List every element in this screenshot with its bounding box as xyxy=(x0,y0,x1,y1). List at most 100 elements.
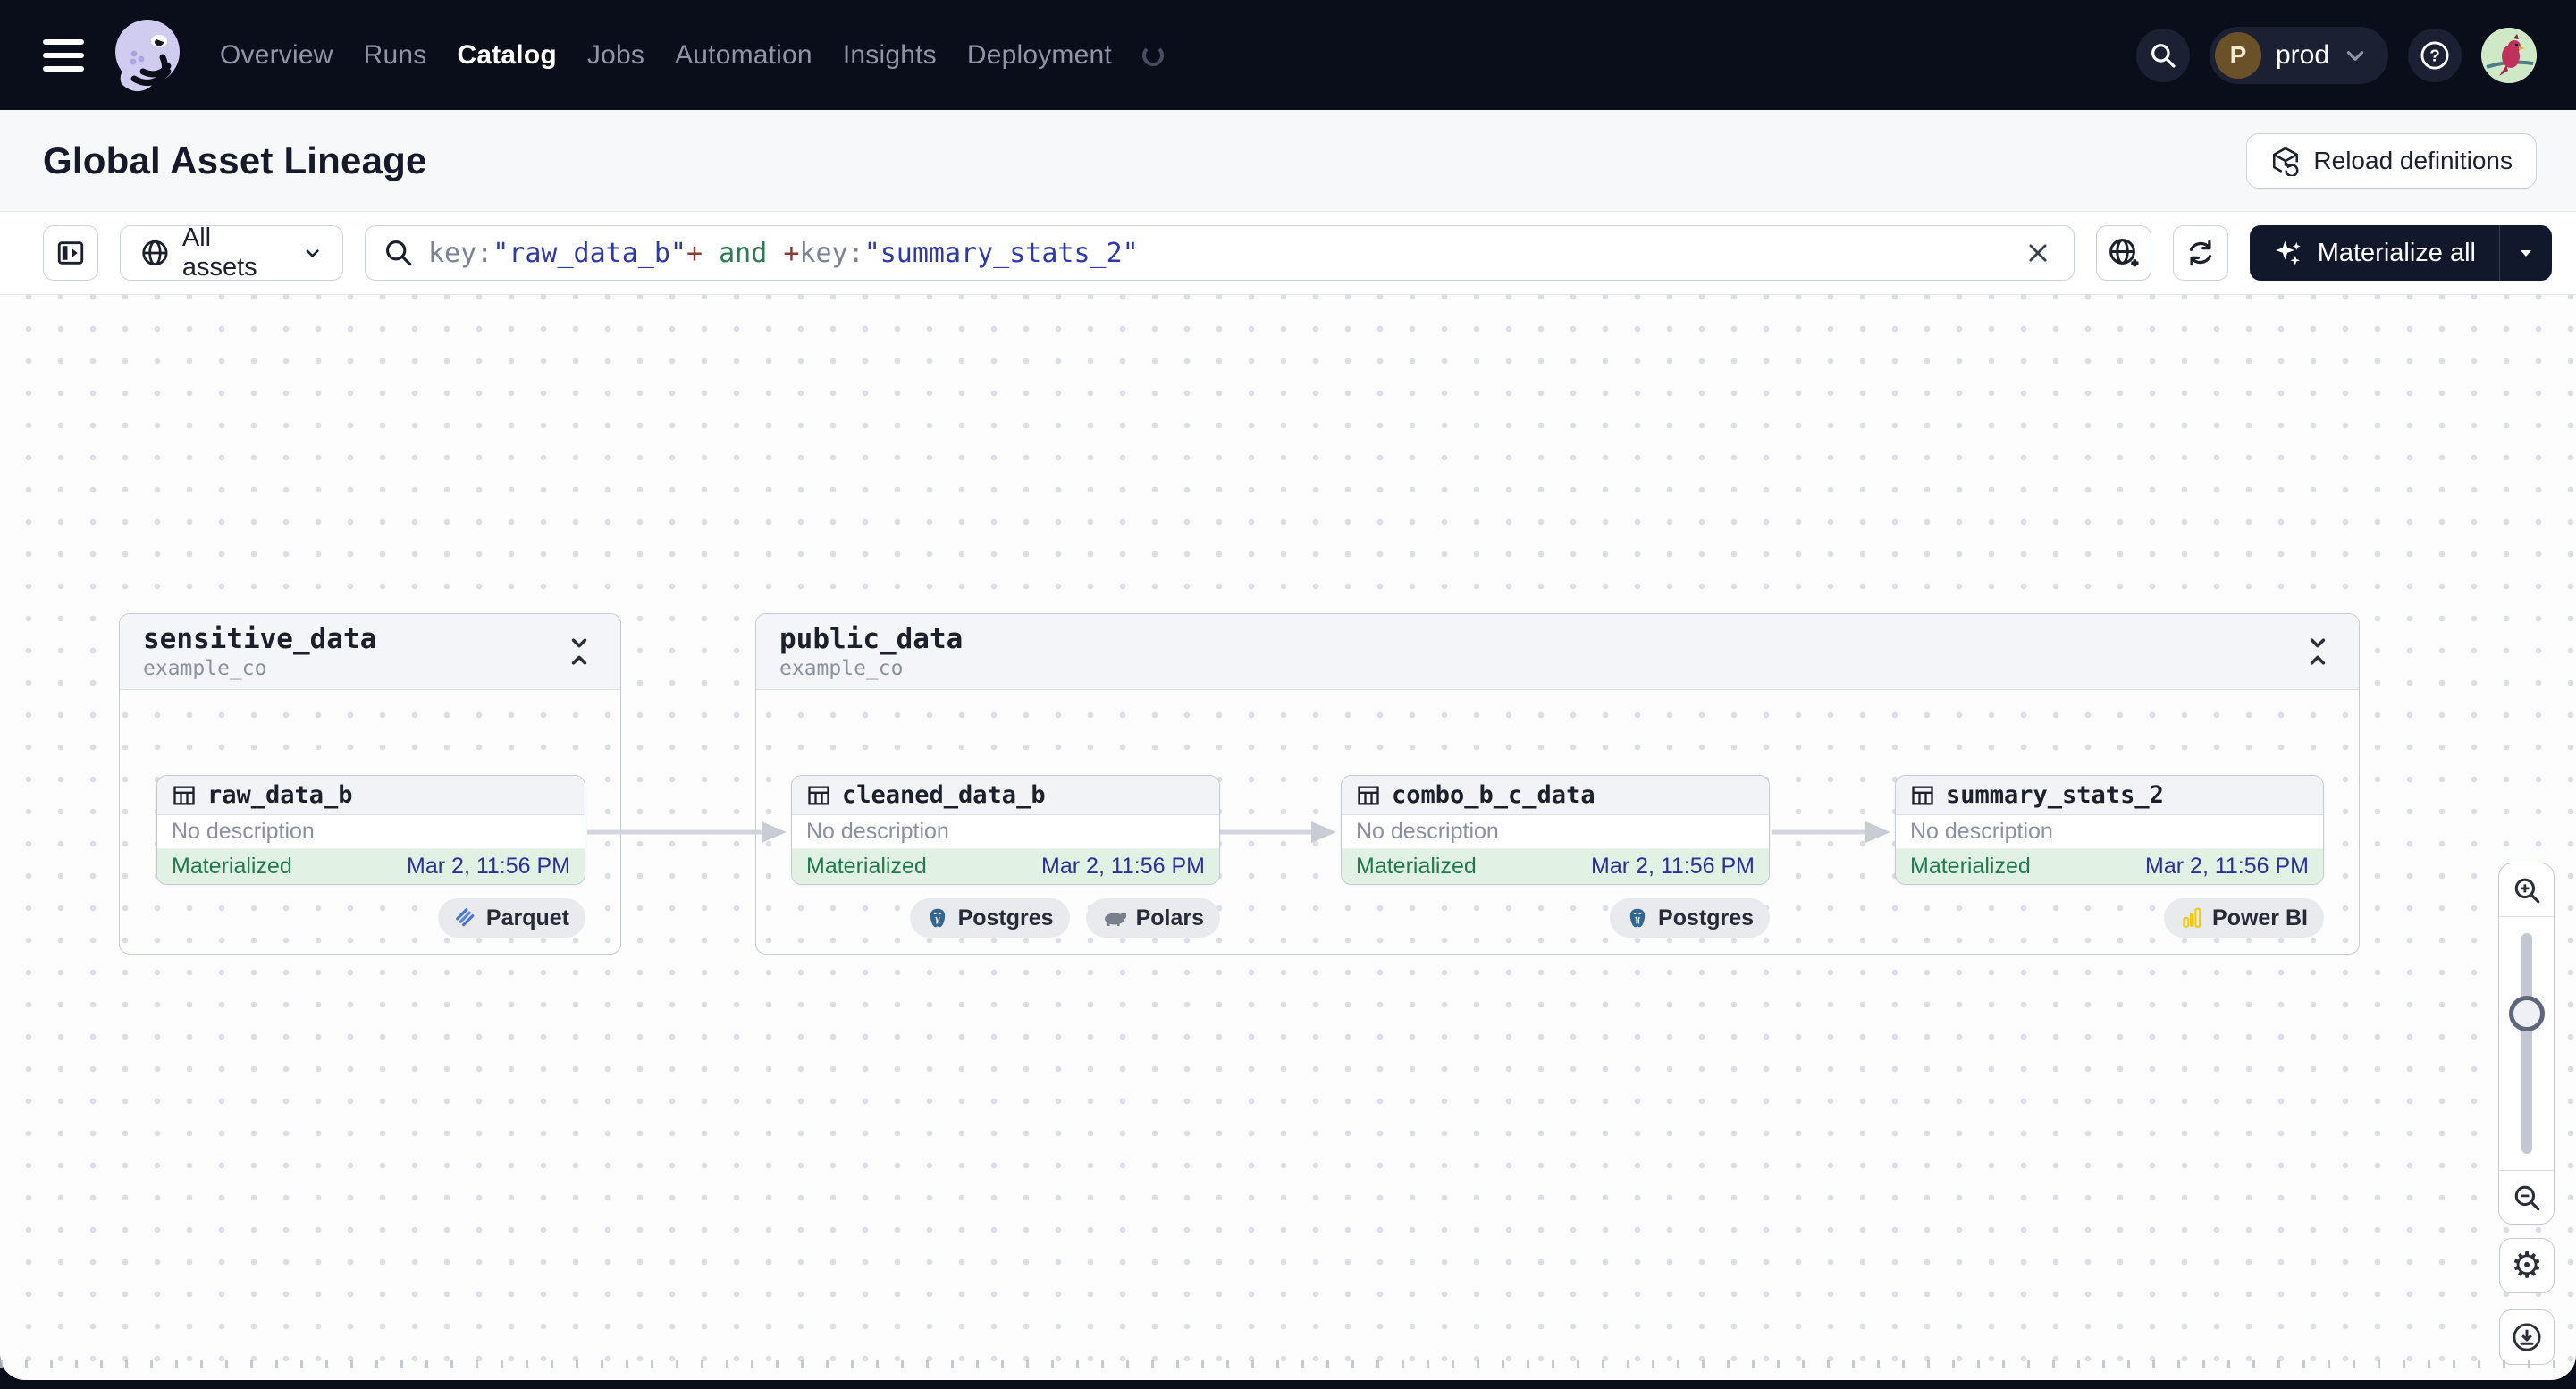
help-button[interactable]: ? xyxy=(2408,28,2462,82)
nav-item-automation[interactable]: Automation xyxy=(675,40,812,71)
asset-node-summary-stats-2[interactable]: summary_stats_2 No description Materiali… xyxy=(1895,775,2324,885)
postgres-icon xyxy=(1629,908,1646,928)
nav-item-insights[interactable]: Insights xyxy=(843,40,937,71)
nav-item-runs[interactable]: Runs xyxy=(364,40,427,71)
download-image-button[interactable] xyxy=(2499,1309,2555,1365)
group-header[interactable]: public_data example_co xyxy=(756,614,2359,690)
asset-badges: Parquet xyxy=(156,898,585,938)
clear-search-button[interactable] xyxy=(2020,235,2056,271)
user-avatar[interactable] xyxy=(2481,27,2537,83)
asset-node-cleaned-data-b[interactable]: cleaned_data_b No description Materializ… xyxy=(791,775,1220,885)
zoom-out-button[interactable] xyxy=(2499,1170,2554,1224)
zoom-in-button[interactable] xyxy=(2499,863,2554,917)
loading-spinner-icon xyxy=(1141,44,1164,66)
postgres-icon xyxy=(930,908,945,928)
zoom-slider-thumb[interactable] xyxy=(2508,996,2545,1031)
asset-badges: Power BI xyxy=(1895,898,2324,938)
refresh-button[interactable] xyxy=(2172,225,2228,281)
collapse-group-button[interactable] xyxy=(2300,629,2336,674)
lineage-toolbar: All assets key:"raw_data_b"+ and +key:"s… xyxy=(0,212,2576,295)
collapse-icon xyxy=(571,638,587,665)
caret-down-icon xyxy=(2521,250,2531,257)
top-nav: Overview Runs Catalog Jobs Automation In… xyxy=(0,0,2576,110)
asset-description: No description xyxy=(1342,815,1769,849)
deployment-switcher[interactable]: P prod xyxy=(2209,26,2388,84)
zoom-out-icon xyxy=(2514,1185,2539,1210)
menu-icon[interactable] xyxy=(43,34,91,77)
page-title: Global Asset Lineage xyxy=(43,139,427,181)
asset-badges: Postgres xyxy=(1341,898,1770,938)
group-name: public_data xyxy=(779,623,964,655)
asset-description: No description xyxy=(1896,815,2323,849)
zoom-slider-track[interactable] xyxy=(2521,933,2532,1154)
materialized-status: Materialized xyxy=(172,854,292,879)
asset-badges: Postgres Polars xyxy=(791,898,1220,938)
table-icon xyxy=(173,786,195,804)
lineage-canvas[interactable]: sensitive_data example_co public_data ex… xyxy=(0,295,2576,1380)
polars-icon xyxy=(1104,913,1126,926)
asset-scope-dropdown[interactable]: All assets xyxy=(120,223,343,282)
nav-item-deployment[interactable]: Deployment xyxy=(967,40,1112,71)
asset-name: summary_stats_2 xyxy=(1946,781,2164,809)
materialize-all-label: Materialize all xyxy=(2317,238,2476,267)
kind-badge-postgres: Postgres xyxy=(1610,898,1770,938)
asset-scope-label: All assets xyxy=(181,223,257,282)
nav-item-overview[interactable]: Overview xyxy=(220,40,333,71)
group-header[interactable]: sensitive_data example_co xyxy=(120,614,620,690)
asset-status-row: Materialized Mar 2, 11:56 PM xyxy=(1342,849,1769,884)
asset-node-raw-data-b[interactable]: raw_data_b No description Materialized M… xyxy=(156,775,585,885)
asset-name: cleaned_data_b xyxy=(842,781,1046,809)
materialize-all-split-button: Materialize all xyxy=(2249,225,2552,281)
materialized-timestamp: Mar 2, 11:56 PM xyxy=(2145,854,2309,879)
asset-status-row: Materialized Mar 2, 11:56 PM xyxy=(1896,849,2323,884)
collapse-group-button[interactable] xyxy=(561,629,597,674)
asset-search-input[interactable]: key:"raw_data_b"+ and +key:"summary_stat… xyxy=(365,225,2075,281)
asset-description: No description xyxy=(157,815,585,849)
zoom-slider[interactable] xyxy=(2499,917,2554,1170)
gear-icon: ⚙ xyxy=(2511,1245,2543,1286)
graph-settings-button[interactable]: ⚙ xyxy=(2499,1238,2555,1293)
collapse-icon xyxy=(2310,638,2326,665)
kind-badge-postgres: Postgres xyxy=(909,898,1070,938)
chevron-down-icon xyxy=(2346,50,2364,61)
download-icon xyxy=(2513,1323,2541,1351)
reload-definitions-button[interactable]: Reload definitions xyxy=(2246,132,2537,189)
chevron-down-icon xyxy=(306,249,319,257)
nav-item-catalog[interactable]: Catalog xyxy=(457,40,556,71)
materialize-options-button[interactable] xyxy=(2500,225,2552,281)
search-query-text: key:"raw_data_b"+ and +key:"summary_stat… xyxy=(428,237,1139,269)
cardinal-bird-avatar-icon xyxy=(2481,27,2537,83)
open-sidebar-button[interactable] xyxy=(43,225,98,281)
deployment-name: prod xyxy=(2275,39,2329,70)
sparkles-icon xyxy=(2275,240,2301,265)
materialized-timestamp: Mar 2, 11:56 PM xyxy=(1591,854,1755,879)
svg-text:?: ? xyxy=(2429,46,2439,64)
global-search-button[interactable] xyxy=(2135,28,2190,82)
reload-cube-icon xyxy=(2273,147,2299,176)
primary-nav: Overview Runs Catalog Jobs Automation In… xyxy=(220,40,1164,71)
nav-item-jobs[interactable]: Jobs xyxy=(587,40,644,71)
group-name: sensitive_data xyxy=(143,623,377,655)
powerbi-icon xyxy=(2183,907,2201,928)
search-icon xyxy=(2151,43,2176,68)
materialized-timestamp: Mar 2, 11:56 PM xyxy=(1041,854,1205,879)
dagster-logo-icon[interactable] xyxy=(107,13,188,98)
group-location: example_co xyxy=(143,657,267,680)
materialized-status: Materialized xyxy=(806,854,927,879)
zoom-controls xyxy=(2498,863,2555,1225)
close-icon xyxy=(2029,244,2047,262)
globe-icon xyxy=(142,240,168,266)
parquet-icon xyxy=(455,908,475,927)
table-icon xyxy=(1912,786,1933,804)
asset-status-row: Materialized Mar 2, 11:56 PM xyxy=(157,849,585,884)
question-icon: ? xyxy=(2420,40,2449,70)
materialized-status: Materialized xyxy=(1910,854,2031,879)
table-icon xyxy=(1358,786,1379,804)
view-global-lineage-button[interactable] xyxy=(2095,225,2151,281)
asset-description: No description xyxy=(792,815,1219,849)
kind-badge-parquet: Parquet xyxy=(437,898,585,938)
materialize-all-button[interactable]: Materialize all xyxy=(2250,225,2499,281)
asset-node-combo-b-c-data[interactable]: combo_b_c_data No description Materializ… xyxy=(1341,775,1770,885)
reload-definitions-label: Reload definitions xyxy=(2313,146,2513,174)
asset-status-row: Materialized Mar 2, 11:56 PM xyxy=(792,849,1219,884)
